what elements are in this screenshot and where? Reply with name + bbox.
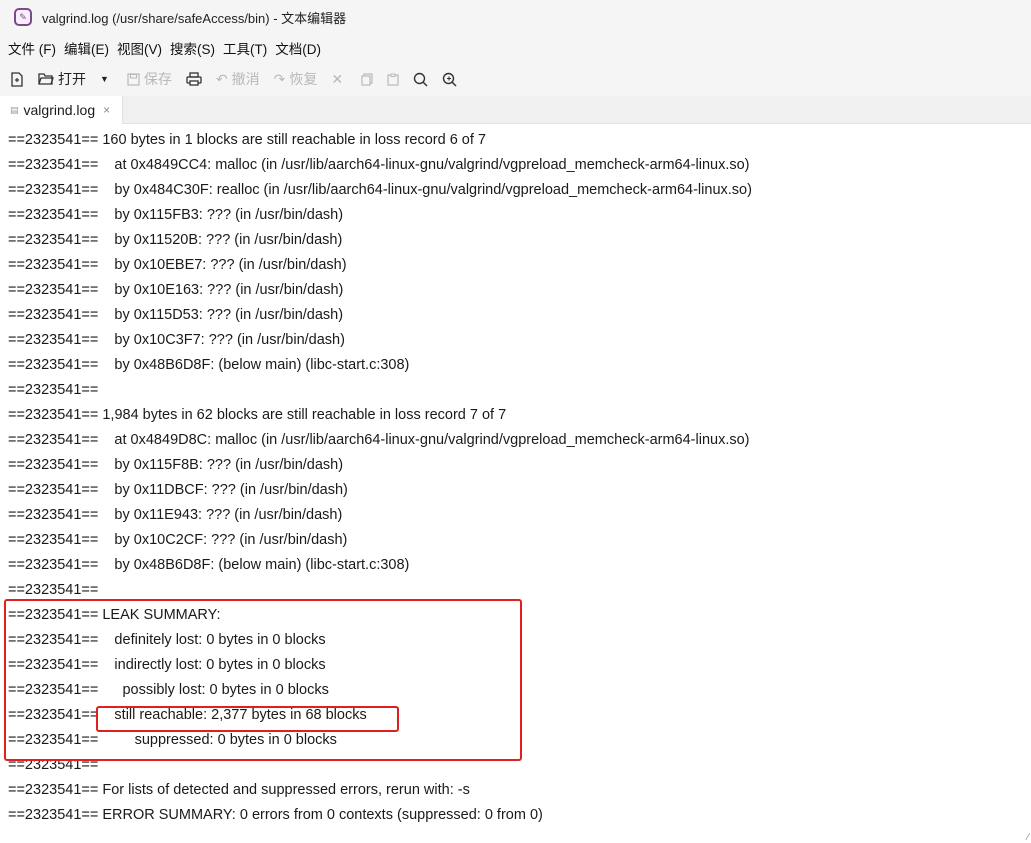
redo-icon: ↷ — [273, 70, 286, 87]
cut-icon: ✕ — [331, 70, 344, 87]
log-line: ==2323541== — [8, 382, 99, 398]
log-line: ==2323541== For lists of detected and su… — [8, 782, 470, 798]
log-line: ==2323541== by 0x48B6D8F: (below main) (… — [8, 557, 410, 573]
text-editor-app-icon: ✎ — [14, 8, 32, 26]
status-corner-indicator: ⁄ — [1027, 832, 1029, 843]
menu-tools[interactable]: 工具(T) — [223, 38, 267, 58]
log-line: ==2323541== by 0x115D53: ??? (in /usr/bi… — [8, 307, 344, 323]
toolbar: 打开 ▼ 保存 ↶ 撤消 ↷ 恢复 ✕ — [0, 62, 1031, 96]
undo-label: 撤消 — [231, 71, 260, 87]
log-line: ==2323541== ERROR SUMMARY: 0 errors from… — [8, 807, 543, 823]
log-line: ==2323541== by 0x10EBE7: ??? (in /usr/bi… — [8, 257, 347, 273]
open-dropdown-button[interactable]: ▼ — [100, 74, 113, 84]
save-icon — [127, 72, 140, 86]
document-icon: ▤ — [10, 104, 19, 115]
printer-icon — [186, 72, 202, 86]
close-tab-icon[interactable]: × — [103, 103, 110, 117]
log-line: ==2323541== by 0x115F8B: ??? (in /usr/bi… — [8, 457, 344, 473]
open-button[interactable]: 打开 — [38, 69, 86, 89]
log-line: ==2323541== by 0x10C3F7: ??? (in /usr/bi… — [8, 332, 345, 348]
save-label: 保存 — [143, 71, 172, 87]
text-editor-area[interactable]: ==2323541== 160 bytes in 1 blocks are st… — [0, 128, 1031, 843]
chevron-down-icon: ▼ — [100, 74, 109, 84]
log-line: ==2323541== by 0x115FB3: ??? (in /usr/bi… — [8, 207, 344, 223]
menu-file[interactable]: 文件 (F) — [8, 38, 56, 58]
log-line: ==2323541== 160 bytes in 1 blocks are st… — [8, 132, 486, 148]
search-replace-button[interactable] — [442, 72, 457, 87]
menu-bar: 文件 (F) 编辑(E) 视图(V) 搜索(S) 工具(T) 文档(D) — [0, 34, 1031, 62]
still-reachable-annotation-box — [96, 706, 399, 732]
tab-bar: ▤ valgrind.log × — [0, 96, 1031, 124]
search-replace-icon — [442, 72, 457, 87]
tab-valgrind-log[interactable]: ▤ valgrind.log × — [0, 96, 124, 124]
leak-summary-annotation-box — [4, 599, 522, 761]
menu-documents[interactable]: 文档(D) — [275, 38, 321, 58]
window-title: valgrind.log (/usr/share/safeAccess/bin)… — [42, 10, 347, 26]
tab-label: valgrind.log — [23, 102, 96, 118]
cut-button[interactable]: ✕ — [331, 71, 347, 88]
log-line: ==2323541== by 0x48B6D8F: (below main) (… — [8, 357, 410, 373]
log-line: ==2323541== at 0x4849D8C: malloc (in /us… — [8, 432, 750, 448]
log-line: ==2323541== 1,984 bytes in 62 blocks are… — [8, 407, 507, 423]
folder-open-icon — [38, 73, 54, 85]
log-line: ==2323541== by 0x10C2CF: ??? (in /usr/bi… — [8, 532, 348, 548]
redo-label: 恢复 — [289, 71, 318, 87]
log-line: ==2323541== by 0x484C30F: realloc (in /u… — [8, 182, 752, 198]
title-bar: ✎ valgrind.log (/usr/share/safeAccess/bi… — [0, 0, 1031, 34]
menu-edit[interactable]: 编辑(E) — [64, 38, 109, 58]
print-button[interactable] — [186, 72, 202, 86]
log-line: ==2323541== by 0x11E943: ??? (in /usr/bi… — [8, 507, 343, 523]
redo-button[interactable]: ↷ 恢复 — [274, 69, 318, 89]
paste-icon — [387, 73, 399, 86]
log-line: ==2323541== by 0x11DBCF: ??? (in /usr/bi… — [8, 482, 348, 498]
open-label: 打开 — [58, 71, 86, 87]
log-line: ==2323541== by 0x10E163: ??? (in /usr/bi… — [8, 282, 344, 298]
new-document-button[interactable] — [10, 71, 24, 87]
new-document-icon — [11, 71, 23, 87]
copy-button[interactable] — [361, 72, 373, 86]
log-line: ==2323541== at 0x4849CC4: malloc (in /us… — [8, 157, 750, 173]
undo-icon: ↶ — [215, 70, 228, 87]
copy-icon — [361, 72, 373, 86]
log-line: ==2323541== by 0x11520B: ??? (in /usr/bi… — [8, 232, 343, 248]
search-button[interactable] — [413, 72, 428, 87]
menu-view[interactable]: 视图(V) — [117, 38, 162, 58]
paste-button[interactable] — [387, 73, 399, 86]
menu-search[interactable]: 搜索(S) — [170, 38, 215, 58]
search-icon — [413, 72, 428, 87]
undo-button[interactable]: ↶ 撤消 — [216, 69, 260, 89]
save-button[interactable]: 保存 — [127, 69, 172, 89]
